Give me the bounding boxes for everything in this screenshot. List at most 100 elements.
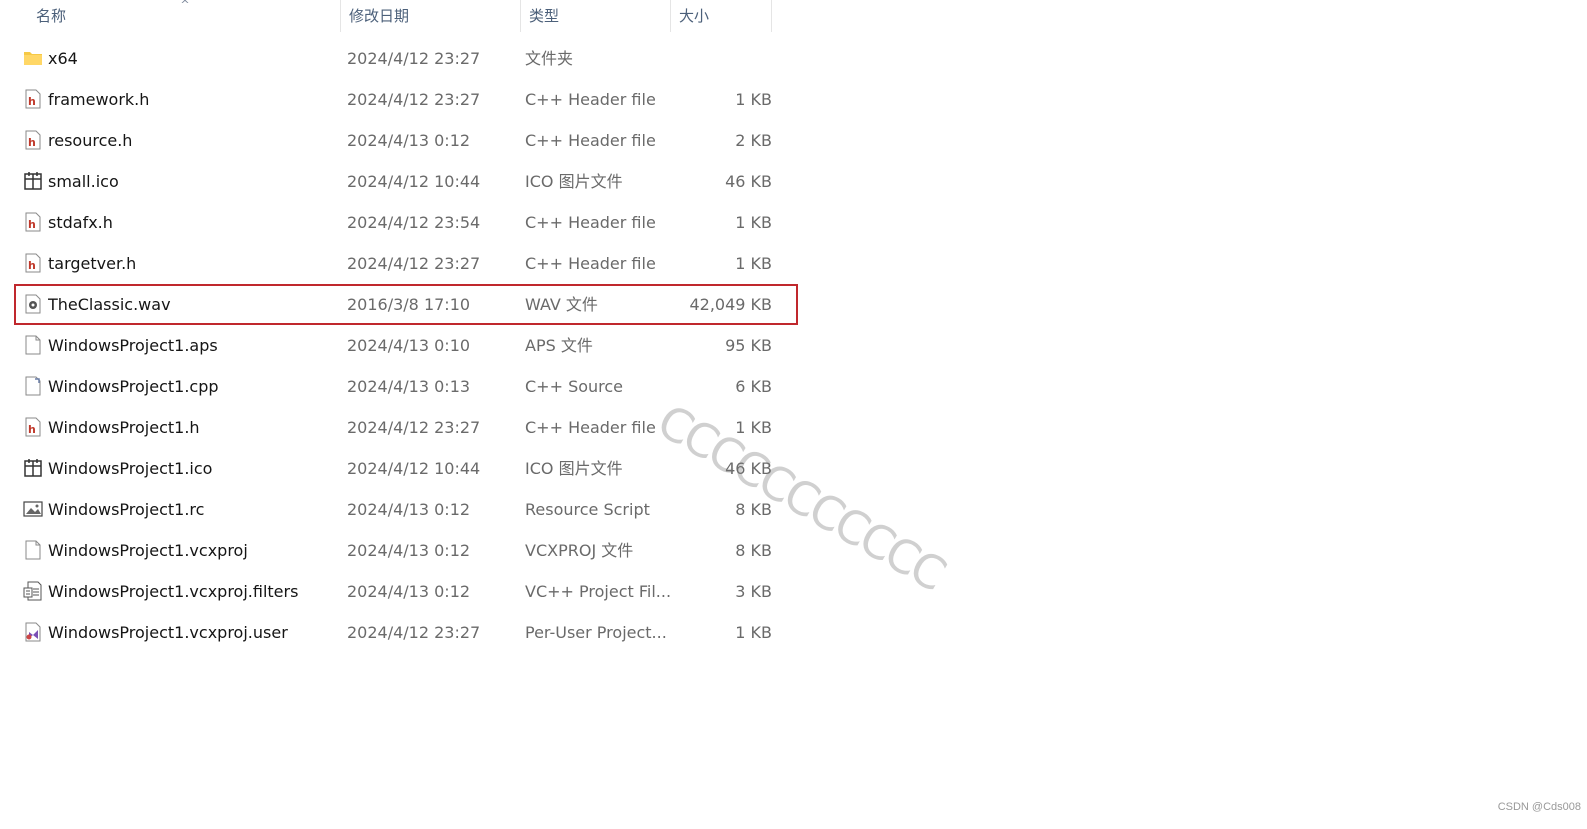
- file-date: 2024/4/12 23:27: [347, 90, 481, 109]
- column-date-header[interactable]: 修改日期: [340, 0, 520, 32]
- column-size-label: 大小: [679, 7, 710, 25]
- file-row[interactable]: h resource.h 2024/4/13 0:12 C++ Header file…: [14, 120, 798, 161]
- svg-text:h: h: [28, 136, 36, 149]
- column-type-header[interactable]: 类型: [520, 0, 670, 32]
- file-date: 2016/3/8 17:10: [347, 295, 471, 314]
- blank-file-icon: [23, 335, 43, 355]
- folder-icon: [23, 48, 43, 68]
- file-name: stdafx.h: [48, 213, 113, 232]
- file-name: WindowsProject1.rc: [48, 500, 205, 519]
- file-row[interactable]: x64 2024/4/12 23:27 文件夹: [14, 38, 798, 79]
- file-type: APS 文件: [525, 336, 593, 355]
- file-row[interactable]: h WindowsProject1.h 2024/4/12 23:27 C++ Hea…: [14, 407, 798, 448]
- header-file-icon: h: [23, 130, 43, 150]
- file-size: 2 KB: [735, 131, 772, 150]
- vs-user-file-icon: [23, 622, 43, 642]
- file-size: 46 KB: [725, 172, 772, 191]
- svg-text:h: h: [28, 218, 36, 231]
- file-type: C++ Header file: [525, 254, 656, 273]
- file-row[interactable]: h framework.h 2024/4/12 23:27 C++ Header fi…: [14, 79, 798, 120]
- file-name: small.ico: [48, 172, 119, 191]
- file-row[interactable]: small.ico 2024/4/12 10:44 ICO 图片文件 46 KB: [14, 161, 798, 202]
- sort-ascending-icon: ^: [180, 0, 190, 11]
- file-name: WindowsProject1.aps: [48, 336, 218, 355]
- header-file-icon: h: [23, 417, 43, 437]
- file-type: ICO 图片文件: [525, 459, 623, 478]
- file-list: x64 2024/4/12 23:27 文件夹 h framework.h 2024/4/…: [14, 38, 798, 653]
- file-size: 1 KB: [735, 213, 772, 232]
- file-name: WindowsProject1.vcxproj.filters: [48, 582, 299, 601]
- header-file-icon: h: [23, 89, 43, 109]
- svg-text:h: h: [28, 95, 36, 108]
- svg-text:h: h: [28, 259, 36, 272]
- file-name: targetver.h: [48, 254, 137, 273]
- file-row[interactable]: WindowsProject1.vcxproj.user 2024/4/12 23…: [14, 612, 798, 653]
- file-date: 2024/4/12 23:27: [347, 418, 481, 437]
- column-size-header[interactable]: 大小: [670, 0, 772, 32]
- file-name: TheClassic.wav: [48, 295, 171, 314]
- file-row[interactable]: WindowsProject1.aps 2024/4/13 0:10 APS 文件 9…: [14, 325, 798, 366]
- file-size: 46 KB: [725, 459, 772, 478]
- ico-file-icon: [23, 458, 43, 478]
- file-type: C++ Header file: [525, 131, 656, 150]
- file-date: 2024/4/12 23:27: [347, 254, 481, 273]
- file-size: 1 KB: [735, 254, 772, 273]
- file-row[interactable]: WindowsProject1.vcxproj.filters 2024/4/13…: [14, 571, 798, 612]
- column-header: 名称 ^ 修改日期 类型 大小: [0, 0, 772, 32]
- file-row[interactable]: h targetver.h 2024/4/12 23:27 C++ Header fi…: [14, 243, 798, 284]
- column-name-label: 名称: [36, 7, 67, 25]
- file-date: 2024/4/13 0:12: [347, 582, 471, 601]
- header-file-icon: h: [23, 212, 43, 232]
- ico-file-icon: [23, 171, 43, 191]
- file-date: 2024/4/13 0:12: [347, 500, 471, 519]
- file-name: WindowsProject1.vcxproj: [48, 541, 248, 560]
- file-type: WAV 文件: [525, 295, 598, 314]
- file-size: 1 KB: [735, 623, 772, 642]
- header-file-icon: h: [23, 253, 43, 273]
- file-date: 2024/4/12 10:44: [347, 459, 481, 478]
- file-name: WindowsProject1.cpp: [48, 377, 219, 396]
- file-row[interactable]: WindowsProject1.vcxproj 2024/4/13 0:12 VCX…: [14, 530, 798, 571]
- column-date-label: 修改日期: [349, 7, 410, 25]
- file-name: x64: [48, 49, 78, 68]
- file-date: 2024/4/12 23:27: [347, 623, 481, 642]
- file-name: WindowsProject1.vcxproj.user: [48, 623, 288, 642]
- file-name: framework.h: [48, 90, 150, 109]
- file-date: 2024/4/13 0:13: [347, 377, 471, 396]
- credit-text: CSDN @Cds008: [1497, 801, 1581, 813]
- file-size: 6 KB: [735, 377, 772, 396]
- file-row-highlighted[interactable]: TheClassic.wav 2016/3/8 17:10 WAV 文件 42,049…: [14, 284, 798, 325]
- svg-text:h: h: [28, 423, 36, 436]
- file-type: Per-User Project...: [525, 623, 667, 642]
- column-type-label: 类型: [529, 7, 560, 25]
- file-type: VCXPROJ 文件: [525, 541, 634, 560]
- file-type: Resource Script: [525, 500, 650, 519]
- audio-file-icon: [23, 294, 43, 314]
- file-row[interactable]: WindowsProject1.rc 2024/4/13 0:12 Resource…: [14, 489, 798, 530]
- file-size: 1 KB: [735, 90, 772, 109]
- file-date: 2024/4/12 23:27: [347, 49, 481, 68]
- blank-file-icon: [23, 540, 43, 560]
- file-row[interactable]: WindowsProject1.ico 2024/4/12 10:44 ICO 图片…: [14, 448, 798, 489]
- filters-file-icon: [23, 581, 43, 601]
- file-type: VC++ Project Fil...: [525, 582, 672, 601]
- file-date: 2024/4/12 23:54: [347, 213, 481, 232]
- file-size: 3 KB: [735, 582, 772, 601]
- file-date: 2024/4/13 0:12: [347, 541, 471, 560]
- file-size: [674, 38, 772, 79]
- file-size: 42,049 KB: [689, 295, 772, 314]
- file-type: C++ Source: [525, 377, 624, 396]
- cpp-file-icon: [23, 376, 43, 396]
- file-type: C++ Header file: [525, 213, 656, 232]
- file-row[interactable]: h stdafx.h 2024/4/12 23:54 C++ Header file 1…: [14, 202, 798, 243]
- file-size: 8 KB: [735, 500, 772, 519]
- file-name: WindowsProject1.ico: [48, 459, 213, 478]
- file-type: ICO 图片文件: [525, 172, 623, 191]
- file-name: resource.h: [48, 131, 133, 150]
- file-row[interactable]: WindowsProject1.cpp 2024/4/13 0:13 C++ Sou…: [14, 366, 798, 407]
- file-date: 2024/4/12 10:44: [347, 172, 481, 191]
- file-size: 1 KB: [735, 418, 772, 437]
- file-date: 2024/4/13 0:10: [347, 336, 471, 355]
- file-size: 8 KB: [735, 541, 772, 560]
- file-date: 2024/4/13 0:12: [347, 131, 471, 150]
